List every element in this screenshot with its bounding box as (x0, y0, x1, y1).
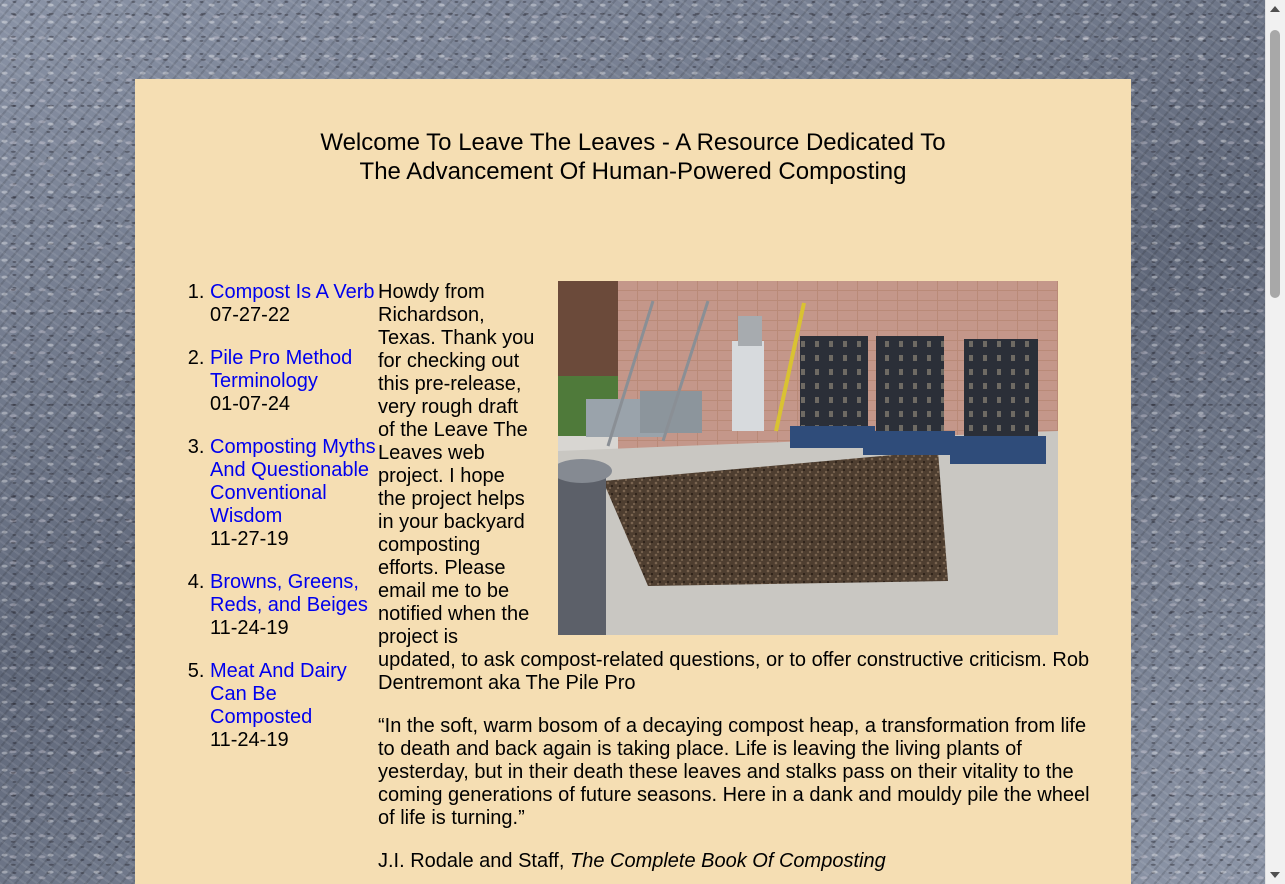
article-list: Compost Is A Verb 07-27-22 Pile Pro Meth… (178, 281, 380, 772)
vertical-scrollbar[interactable] (1265, 0, 1285, 884)
compost-bins-image (558, 281, 1058, 635)
scroll-up-arrow-icon[interactable] (1270, 6, 1280, 12)
article-link-browns-greens-reds-beiges[interactable]: Browns, Greens, Reds, and Beiges (210, 571, 380, 617)
page-title-line2: The Advancement Of Human-Powered Compost… (359, 158, 907, 185)
compost-quote: “In the soft, warm bosom of a decaying c… (378, 715, 1090, 829)
quote-citation: J.I. Rodale and Staff, The Complete Book… (378, 850, 1091, 873)
compost-pile-photo (558, 281, 1058, 635)
scroll-down-arrow-icon[interactable] (1270, 872, 1280, 878)
article-link-meat-and-dairy[interactable]: Meat And Dairy Can Be Composted (210, 660, 380, 729)
page-title-line1: Welcome To Leave The Leaves - A Resource… (320, 129, 946, 156)
list-item: Pile Pro Method Terminology 01-07-24 (210, 347, 380, 416)
list-item: Composting Myths And Questionable Conven… (210, 436, 380, 551)
page-title: Welcome To Leave The Leaves - A Resource… (135, 128, 1131, 186)
article-date: 11-27-19 (210, 528, 289, 550)
article-link-composting-myths[interactable]: Composting Myths And Questionable Conven… (210, 436, 380, 528)
article-link-compost-is-a-verb[interactable]: Compost Is A Verb (210, 281, 380, 304)
article-date: 11-24-19 (210, 617, 289, 639)
main-content: Howdy from Richardson, Texas. Thank you … (378, 281, 1091, 884)
quote-author: J.I. Rodale and Staff, (378, 850, 570, 872)
article-date: 01-07-24 (210, 393, 291, 415)
content-panel: Welcome To Leave The Leaves - A Resource… (135, 79, 1131, 884)
quote-book-title: The Complete Book Of Composting (569, 850, 886, 872)
article-date: 11-24-19 (210, 729, 289, 751)
list-item: Meat And Dairy Can Be Composted 11-24-19 (210, 660, 380, 752)
article-date: 07-27-22 (210, 304, 291, 326)
scrollbar-thumb[interactable] (1270, 30, 1280, 298)
list-item: Browns, Greens, Reds, and Beiges 11-24-1… (210, 571, 380, 640)
list-item: Compost Is A Verb 07-27-22 (210, 281, 380, 327)
article-link-pile-pro-method-terminology[interactable]: Pile Pro Method Terminology (210, 347, 380, 393)
